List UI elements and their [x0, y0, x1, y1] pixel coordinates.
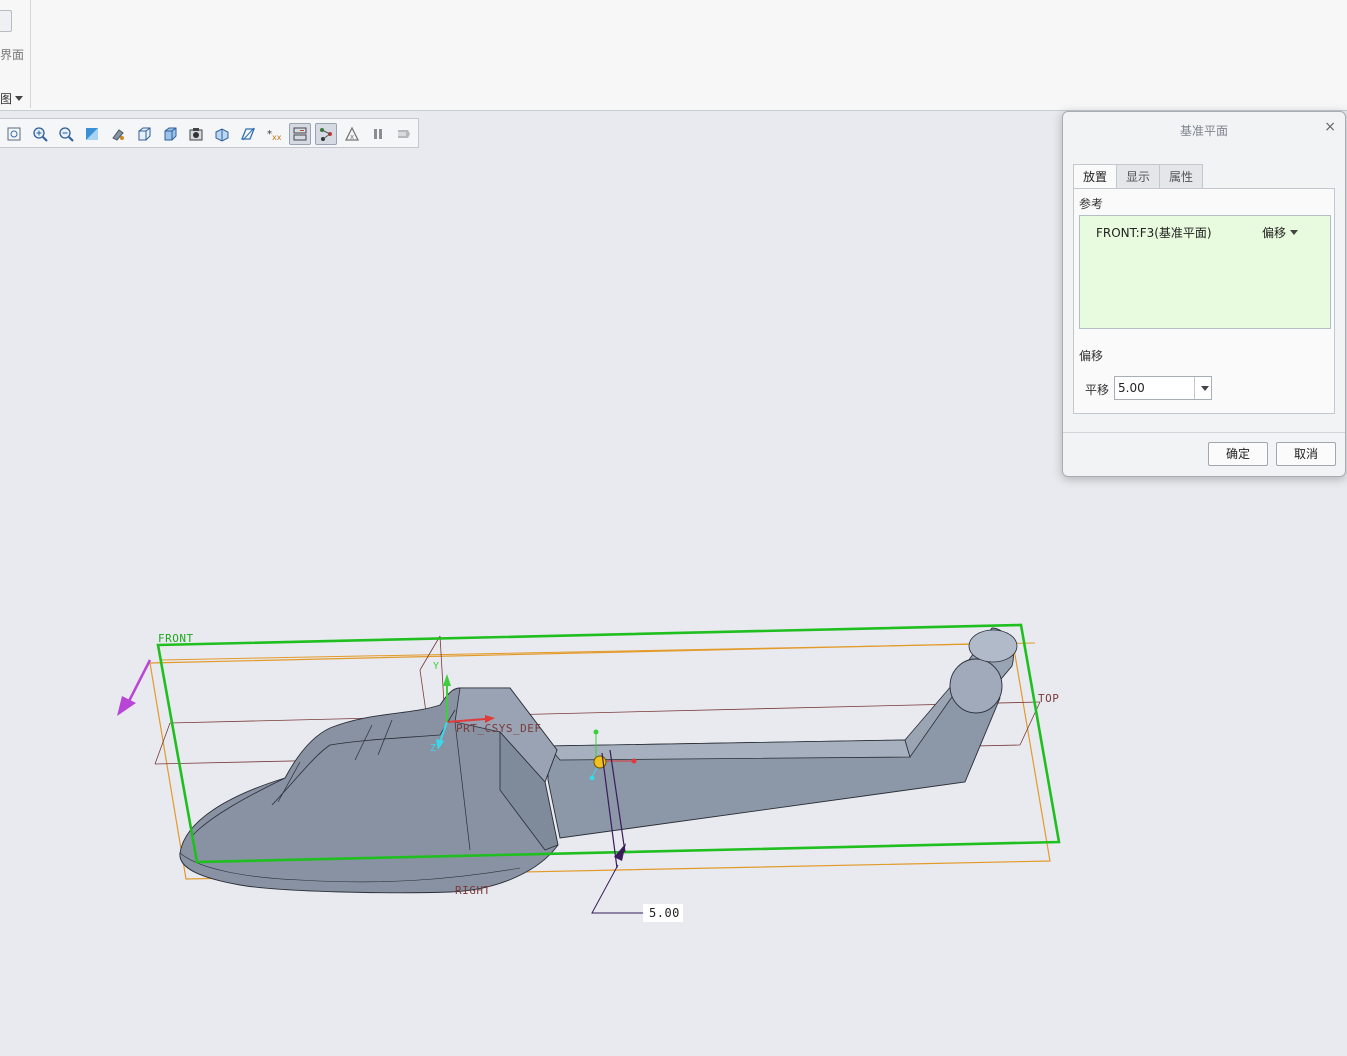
- datum-point-toggle-icon[interactable]: x: [341, 123, 363, 145]
- spin-center-icon[interactable]: [289, 123, 311, 145]
- tab-placement[interactable]: 放置: [1073, 164, 1118, 189]
- datum-top-line-3: [154, 722, 171, 765]
- chevron-down-icon: [1290, 230, 1298, 235]
- label-z-axis: Z: [430, 743, 437, 754]
- label-top: TOP: [1038, 692, 1060, 705]
- references-label: 参考: [1079, 197, 1104, 211]
- translation-label: 平移: [1085, 383, 1110, 397]
- zoom-out-icon[interactable]: [55, 123, 77, 145]
- handle-point-y: [593, 729, 599, 735]
- chevron-down-icon: [1201, 385, 1209, 391]
- translation-value[interactable]: 5.00: [1118, 381, 1145, 395]
- reference-item[interactable]: FRONT:F3(基准平面): [1096, 224, 1212, 241]
- svg-text:x: x: [350, 133, 354, 141]
- label-y-axis: Y: [433, 661, 440, 672]
- view-manager-icon[interactable]: [107, 123, 129, 145]
- offset-section-label: 偏移: [1079, 349, 1104, 363]
- ribbon-group-separator: [30, 0, 31, 108]
- translation-input[interactable]: 5.00: [1114, 376, 1212, 400]
- translation-dropdown[interactable]: [1194, 377, 1211, 399]
- datum-plane-toggle-icon[interactable]: [315, 123, 337, 145]
- repaint-icon[interactable]: [81, 123, 103, 145]
- label-front: FRONT: [158, 632, 194, 645]
- datum-display-icon[interactable]: [237, 123, 259, 145]
- label-right: RIGHT: [455, 884, 491, 897]
- offset-dimension-value[interactable]: 5.00: [649, 906, 680, 920]
- placement-panel: 参考 FRONT:F3(基准平面) 偏移 偏移 平移 5.00: [1073, 188, 1335, 414]
- handle-point-z: [589, 775, 595, 781]
- reference-constraint-dropdown[interactable]: 偏移: [1262, 224, 1298, 241]
- datum-plane-edge: [159, 642, 1036, 661]
- cancel-button[interactable]: 取消: [1276, 442, 1336, 466]
- pause-icon[interactable]: [367, 123, 389, 145]
- tab-properties[interactable]: 属性: [1159, 164, 1204, 188]
- handle-point-x: [631, 758, 637, 764]
- csys-y-arrow: [443, 674, 451, 686]
- datum-plane-dialog: 基准平面 × 放置 显示 属性 参考 FRONT:F3(基准平面) 偏移 偏移 …: [1062, 111, 1346, 477]
- perspective-icon[interactable]: [185, 123, 207, 145]
- annotation-display-icon[interactable]: * xx: [263, 123, 285, 145]
- direction-arrow-icon[interactable]: [117, 696, 136, 716]
- dialog-title: 基准平面: [1179, 124, 1228, 138]
- svg-text:xx: xx: [272, 133, 282, 142]
- reference-constraint-label: 偏移: [1261, 226, 1286, 240]
- display-style-icon[interactable]: [159, 123, 181, 145]
- refit-icon[interactable]: [3, 123, 25, 145]
- references-collector[interactable]: FRONT:F3(基准平面) 偏移: [1079, 215, 1331, 329]
- zoom-in-icon[interactable]: [29, 123, 51, 145]
- graphics-toolbar: * xx x: [0, 118, 419, 148]
- ribbon-view-label: 图: [0, 92, 13, 106]
- dimension-leader: [591, 864, 643, 914]
- dialog-tabs: 放置 显示 属性: [1073, 164, 1204, 189]
- ribbon: 界面 图: [0, 0, 1347, 111]
- close-icon[interactable]: ×: [1324, 119, 1336, 135]
- direction-arrow-line: [125, 659, 152, 706]
- section-icon[interactable]: [211, 123, 233, 145]
- saved-orientations-icon[interactable]: [133, 123, 155, 145]
- ribbon-interface-label[interactable]: 界面: [0, 46, 24, 63]
- next-icon[interactable]: [393, 123, 415, 145]
- model-tail-rotor: [949, 658, 1003, 714]
- chevron-down-icon: [15, 96, 24, 101]
- ribbon-view-dropdown[interactable]: 图: [0, 90, 24, 107]
- tab-display[interactable]: 显示: [1116, 164, 1161, 188]
- model-tail-rotor-cap: [968, 629, 1018, 663]
- dialog-footer-separator: [1063, 432, 1345, 433]
- datum-top-line-2: [169, 701, 1041, 724]
- label-csys: PRT_CSYS_DEF: [456, 722, 542, 735]
- ok-button[interactable]: 确定: [1208, 442, 1268, 466]
- interface-icon[interactable]: [0, 10, 12, 32]
